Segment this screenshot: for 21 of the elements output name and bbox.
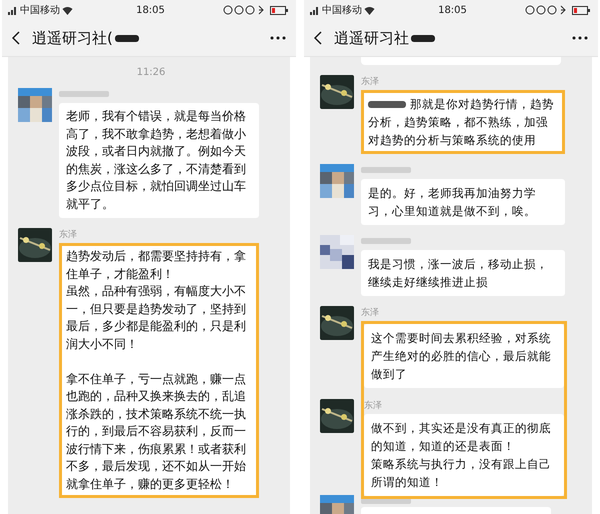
message-text: 策略系统与执行力，没有跟上自己所谓的知道！: [371, 456, 552, 491]
message-text: 做不到，其实还是没有真正的彻底的知道，知道的还是表面！: [371, 420, 552, 455]
clock: 18:05: [135, 4, 166, 16]
carrier-name: 中国移动: [322, 4, 362, 17]
message-text: 虽然，品种有强弱，有幅度大小不一，但只要是趋势发动了，坚持到最后，多少都是能盈利的，只是利润大小不同！: [66, 283, 247, 352]
sender-name: 东泽: [361, 76, 379, 87]
sender-name: 东泽: [59, 228, 77, 240]
sender-name: 东泽: [361, 306, 380, 318]
chat-title: 逍遥研习社(: [32, 28, 113, 48]
clock: 18:05: [437, 4, 468, 16]
message-text: 我是习惯，涨一波后，移动止损，继续走好继续推进止损: [368, 256, 549, 291]
message-text: 老师，我有个错误，就是每当价格高了，我不敢拿趋势，老想着做小波段，或者日内就撤了。例如今天的焦炭，涨这么多了，不清楚看到多少点位目标，就怕回调坐过山车就平了。: [66, 108, 247, 212]
carrier-name: 中国移动: [20, 4, 60, 17]
message-text: 这个需要时间去累积经验，对系统产生绝对的必胜的信心，最后就能做到了: [371, 330, 552, 383]
sender-name: 东泽: [364, 400, 383, 411]
message-text: 拿不住单子，亏一点就跑，赚一点也跑的，品种又换来换去的，乱追涨杀跌的，技术策略系统不统一执行的，到最后不容易获利，反而一波行情下来，伤痕累累！或者获利不多，最后发现，还不如从一开始就拿住单子，赚的更多更轻松！: [66, 370, 247, 492]
message-text: 那就是你对趋势行情，趋势分析，趋势策略，都不熟练，加强对趋势的分析与策略系统的使用: [368, 97, 554, 147]
message-text: 趋势发动后，都需要坚持持有，拿住单子，才能盈利！: [66, 248, 247, 282]
timestamp: 11:26: [136, 67, 166, 78]
chat-title: 逍遥研习社: [334, 28, 409, 48]
message-text: 是的。好，老师我再加油努力学习，心里知道就是做不到，唉。: [368, 185, 537, 220]
